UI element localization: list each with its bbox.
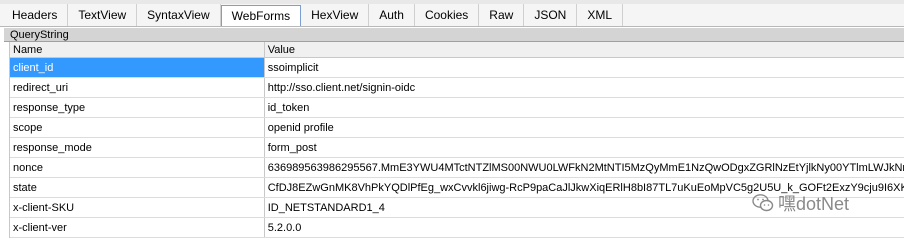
- grid-header-row: Name Value: [10, 42, 904, 58]
- watermark: 嘿dotNet: [752, 189, 849, 217]
- table-row[interactable]: nonce 636989563986295567.MmE3YWU4MTctNTZ…: [10, 158, 904, 178]
- param-name[interactable]: client_id: [10, 58, 265, 77]
- name-column-header[interactable]: Name: [10, 42, 265, 57]
- tab-raw[interactable]: Raw: [479, 4, 525, 26]
- param-value[interactable]: ssoimplicit: [265, 58, 904, 77]
- value-column-header[interactable]: Value: [265, 42, 904, 57]
- tab-hexview[interactable]: HexView: [301, 4, 370, 26]
- param-value[interactable]: 5.2.0.0: [265, 218, 904, 237]
- watermark-text: 嘿dotNet: [778, 194, 850, 214]
- inspector-tab-bar: Headers TextView SyntaxView WebForms Hex…: [0, 4, 904, 27]
- table-row[interactable]: response_type id_token: [10, 98, 904, 118]
- param-name[interactable]: nonce: [10, 158, 265, 177]
- param-name[interactable]: x-client-SKU: [10, 198, 265, 217]
- param-value[interactable]: id_token: [265, 98, 904, 117]
- table-row[interactable]: redirect_uri http://sso.client.net/signi…: [10, 78, 904, 98]
- tab-webforms[interactable]: WebForms: [220, 5, 302, 26]
- param-value[interactable]: form_post: [265, 138, 904, 157]
- tab-headers[interactable]: Headers: [2, 4, 69, 26]
- param-name[interactable]: response_type: [10, 98, 265, 117]
- param-name[interactable]: response_mode: [10, 138, 265, 157]
- tab-textview[interactable]: TextView: [68, 4, 138, 26]
- table-row[interactable]: client_id ssoimplicit: [10, 58, 904, 78]
- querystring-section-header[interactable]: QueryString: [4, 28, 904, 42]
- tab-xml[interactable]: XML: [577, 4, 624, 26]
- param-value[interactable]: 636989563986295567.MmE3YWU4MTctNTZlMS00N…: [265, 158, 904, 177]
- table-row[interactable]: response_mode form_post: [10, 138, 904, 158]
- table-row[interactable]: scope openid profile: [10, 118, 904, 138]
- tab-cookies[interactable]: Cookies: [415, 4, 480, 26]
- param-name[interactable]: state: [10, 178, 265, 197]
- param-value[interactable]: openid profile: [265, 118, 904, 137]
- wechat-icon: [752, 194, 774, 212]
- tab-json[interactable]: JSON: [524, 4, 578, 26]
- param-name[interactable]: x-client-ver: [10, 218, 265, 237]
- param-value[interactable]: http://sso.client.net/signin-oidc: [265, 78, 904, 97]
- tab-syntaxview[interactable]: SyntaxView: [137, 4, 221, 26]
- tab-auth[interactable]: Auth: [369, 4, 415, 26]
- param-name[interactable]: redirect_uri: [10, 78, 265, 97]
- param-name[interactable]: scope: [10, 118, 265, 137]
- table-row[interactable]: x-client-ver 5.2.0.0: [10, 218, 904, 238]
